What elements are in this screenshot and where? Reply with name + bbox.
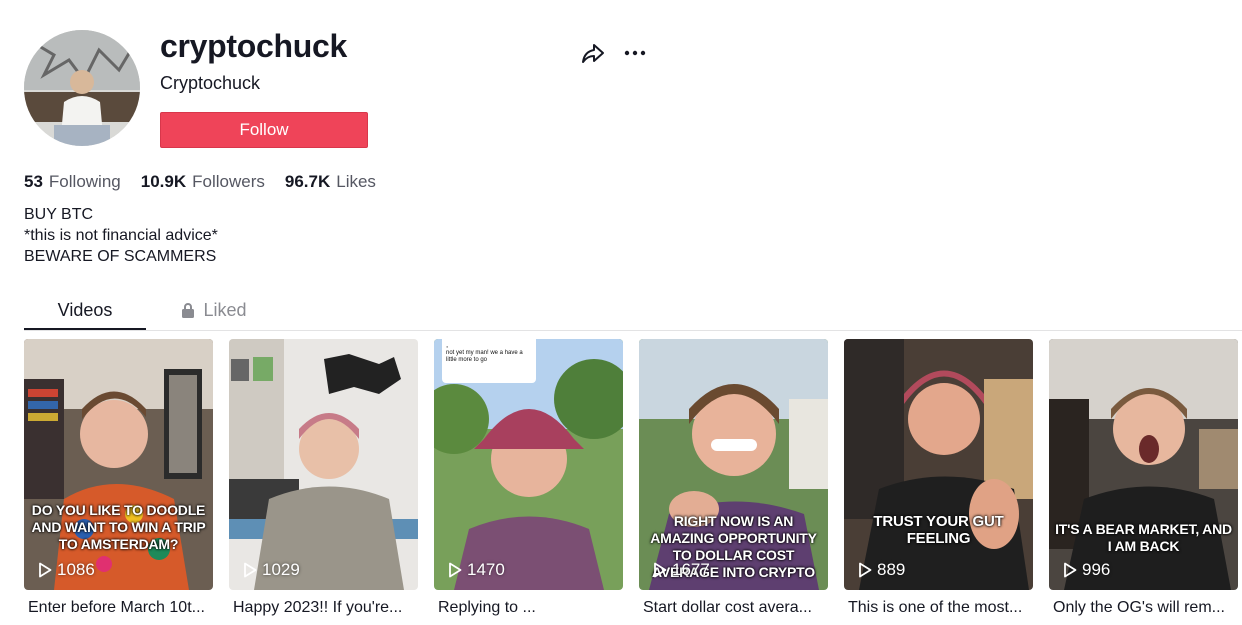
- video-thumbnail[interactable]: ● not yet my man! we a have a little mor…: [434, 339, 623, 590]
- stat-value: 10.9K: [140, 172, 187, 191]
- video-description[interactable]: Start dollar cost avera...: [639, 599, 828, 617]
- play-icon: [244, 562, 257, 578]
- play-icon: [449, 562, 462, 578]
- more-icon[interactable]: [622, 40, 648, 66]
- video-thumbnail[interactable]: TRUST YOUR GUT FEELING 889: [844, 339, 1033, 590]
- video-thumbnail[interactable]: 1029: [229, 339, 418, 590]
- play-icon: [859, 562, 872, 578]
- video-description[interactable]: Replying to ...: [434, 599, 623, 617]
- follow-button[interactable]: Follow: [160, 112, 368, 148]
- view-count: 996: [1063, 560, 1110, 580]
- view-count-value: 1470: [467, 560, 505, 579]
- view-count: 1029: [243, 560, 300, 580]
- stat-likes: 96.7K Likes: [285, 172, 376, 192]
- video-description[interactable]: Only the OG's will rem...: [1049, 599, 1238, 617]
- view-count: 1086: [38, 560, 95, 580]
- stat-following[interactable]: 53 Following: [24, 172, 121, 192]
- video-card[interactable]: RIGHT NOW IS AN AMAZING OPPORTUNITY TO D…: [639, 339, 828, 617]
- username: cryptochuck: [160, 28, 347, 64]
- stat-label: Following: [48, 172, 121, 191]
- play-icon: [1064, 562, 1077, 578]
- tab-videos[interactable]: Videos: [24, 290, 146, 330]
- reply-text: not yet my man! we a have a little more …: [446, 350, 523, 363]
- bio: BUY BTC *this is not financial advice* B…: [24, 204, 218, 267]
- video-description[interactable]: Happy 2023!! If you're...: [229, 599, 418, 617]
- profile-tabs: Videos Liked: [24, 290, 1242, 331]
- video-thumbnail[interactable]: RIGHT NOW IS AN AMAZING OPPORTUNITY TO D…: [639, 339, 828, 590]
- profile-stats: 53 Following 10.9K Followers 96.7K Likes: [24, 172, 376, 192]
- tab-active-indicator: [24, 328, 146, 330]
- stat-label: Likes: [336, 172, 376, 191]
- stat-followers[interactable]: 10.9K Followers: [141, 172, 265, 192]
- video-card[interactable]: ● not yet my man! we a have a little mor…: [434, 339, 623, 617]
- view-count-value: 1677: [672, 560, 710, 579]
- stat-value: 96.7K: [284, 172, 331, 191]
- share-icon[interactable]: [580, 40, 606, 66]
- nickname: Cryptochuck: [160, 73, 261, 93]
- video-overlay-text: IT'S A BEAR MARKET, AND I AM BACK: [1055, 521, 1232, 554]
- view-count: 889: [858, 560, 905, 580]
- stat-label: Followers: [192, 172, 265, 191]
- video-thumbnail[interactable]: IT'S A BEAR MARKET, AND I AM BACK 996: [1049, 339, 1238, 590]
- bio-line: BUY BTC: [24, 206, 94, 223]
- view-count: 1677: [653, 560, 710, 580]
- lock-icon: [182, 303, 195, 318]
- tab-liked[interactable]: Liked: [174, 290, 254, 330]
- tab-label: Videos: [57, 299, 113, 320]
- view-count-value: 1029: [262, 560, 300, 579]
- view-count-value: 1086: [57, 560, 95, 579]
- video-overlay-text: DO YOU LIKE TO DOODLE AND WANT TO WIN A …: [31, 502, 206, 552]
- bio-line: *this is not financial advice*: [24, 227, 218, 244]
- video-description[interactable]: Enter before March 10t...: [24, 599, 213, 617]
- video-card[interactable]: IT'S A BEAR MARKET, AND I AM BACK 996 On…: [1049, 339, 1238, 617]
- reply-comment-bubble: ● not yet my man! we a have a little mor…: [442, 339, 536, 383]
- avatar[interactable]: [24, 30, 140, 146]
- play-icon: [654, 562, 667, 578]
- video-card[interactable]: 1029 Happy 2023!! If you're...: [229, 339, 418, 617]
- video-overlay-text: TRUST YOUR GUT FEELING: [873, 513, 1004, 547]
- video-card[interactable]: DO YOU LIKE TO DOODLE AND WANT TO WIN A …: [24, 339, 213, 617]
- view-count-value: 889: [877, 560, 906, 579]
- view-count: 1470: [448, 560, 505, 580]
- tab-label: Liked: [203, 299, 247, 320]
- play-icon: [39, 562, 52, 578]
- stat-value: 53: [24, 172, 43, 191]
- video-description[interactable]: This is one of the most...: [844, 599, 1033, 617]
- view-count-value: 996: [1082, 560, 1111, 579]
- bio-line: BEWARE OF SCAMMERS: [24, 248, 217, 265]
- video-thumbnail[interactable]: DO YOU LIKE TO DOODLE AND WANT TO WIN A …: [24, 339, 213, 590]
- video-card[interactable]: TRUST YOUR GUT FEELING 889 This is one o…: [844, 339, 1033, 617]
